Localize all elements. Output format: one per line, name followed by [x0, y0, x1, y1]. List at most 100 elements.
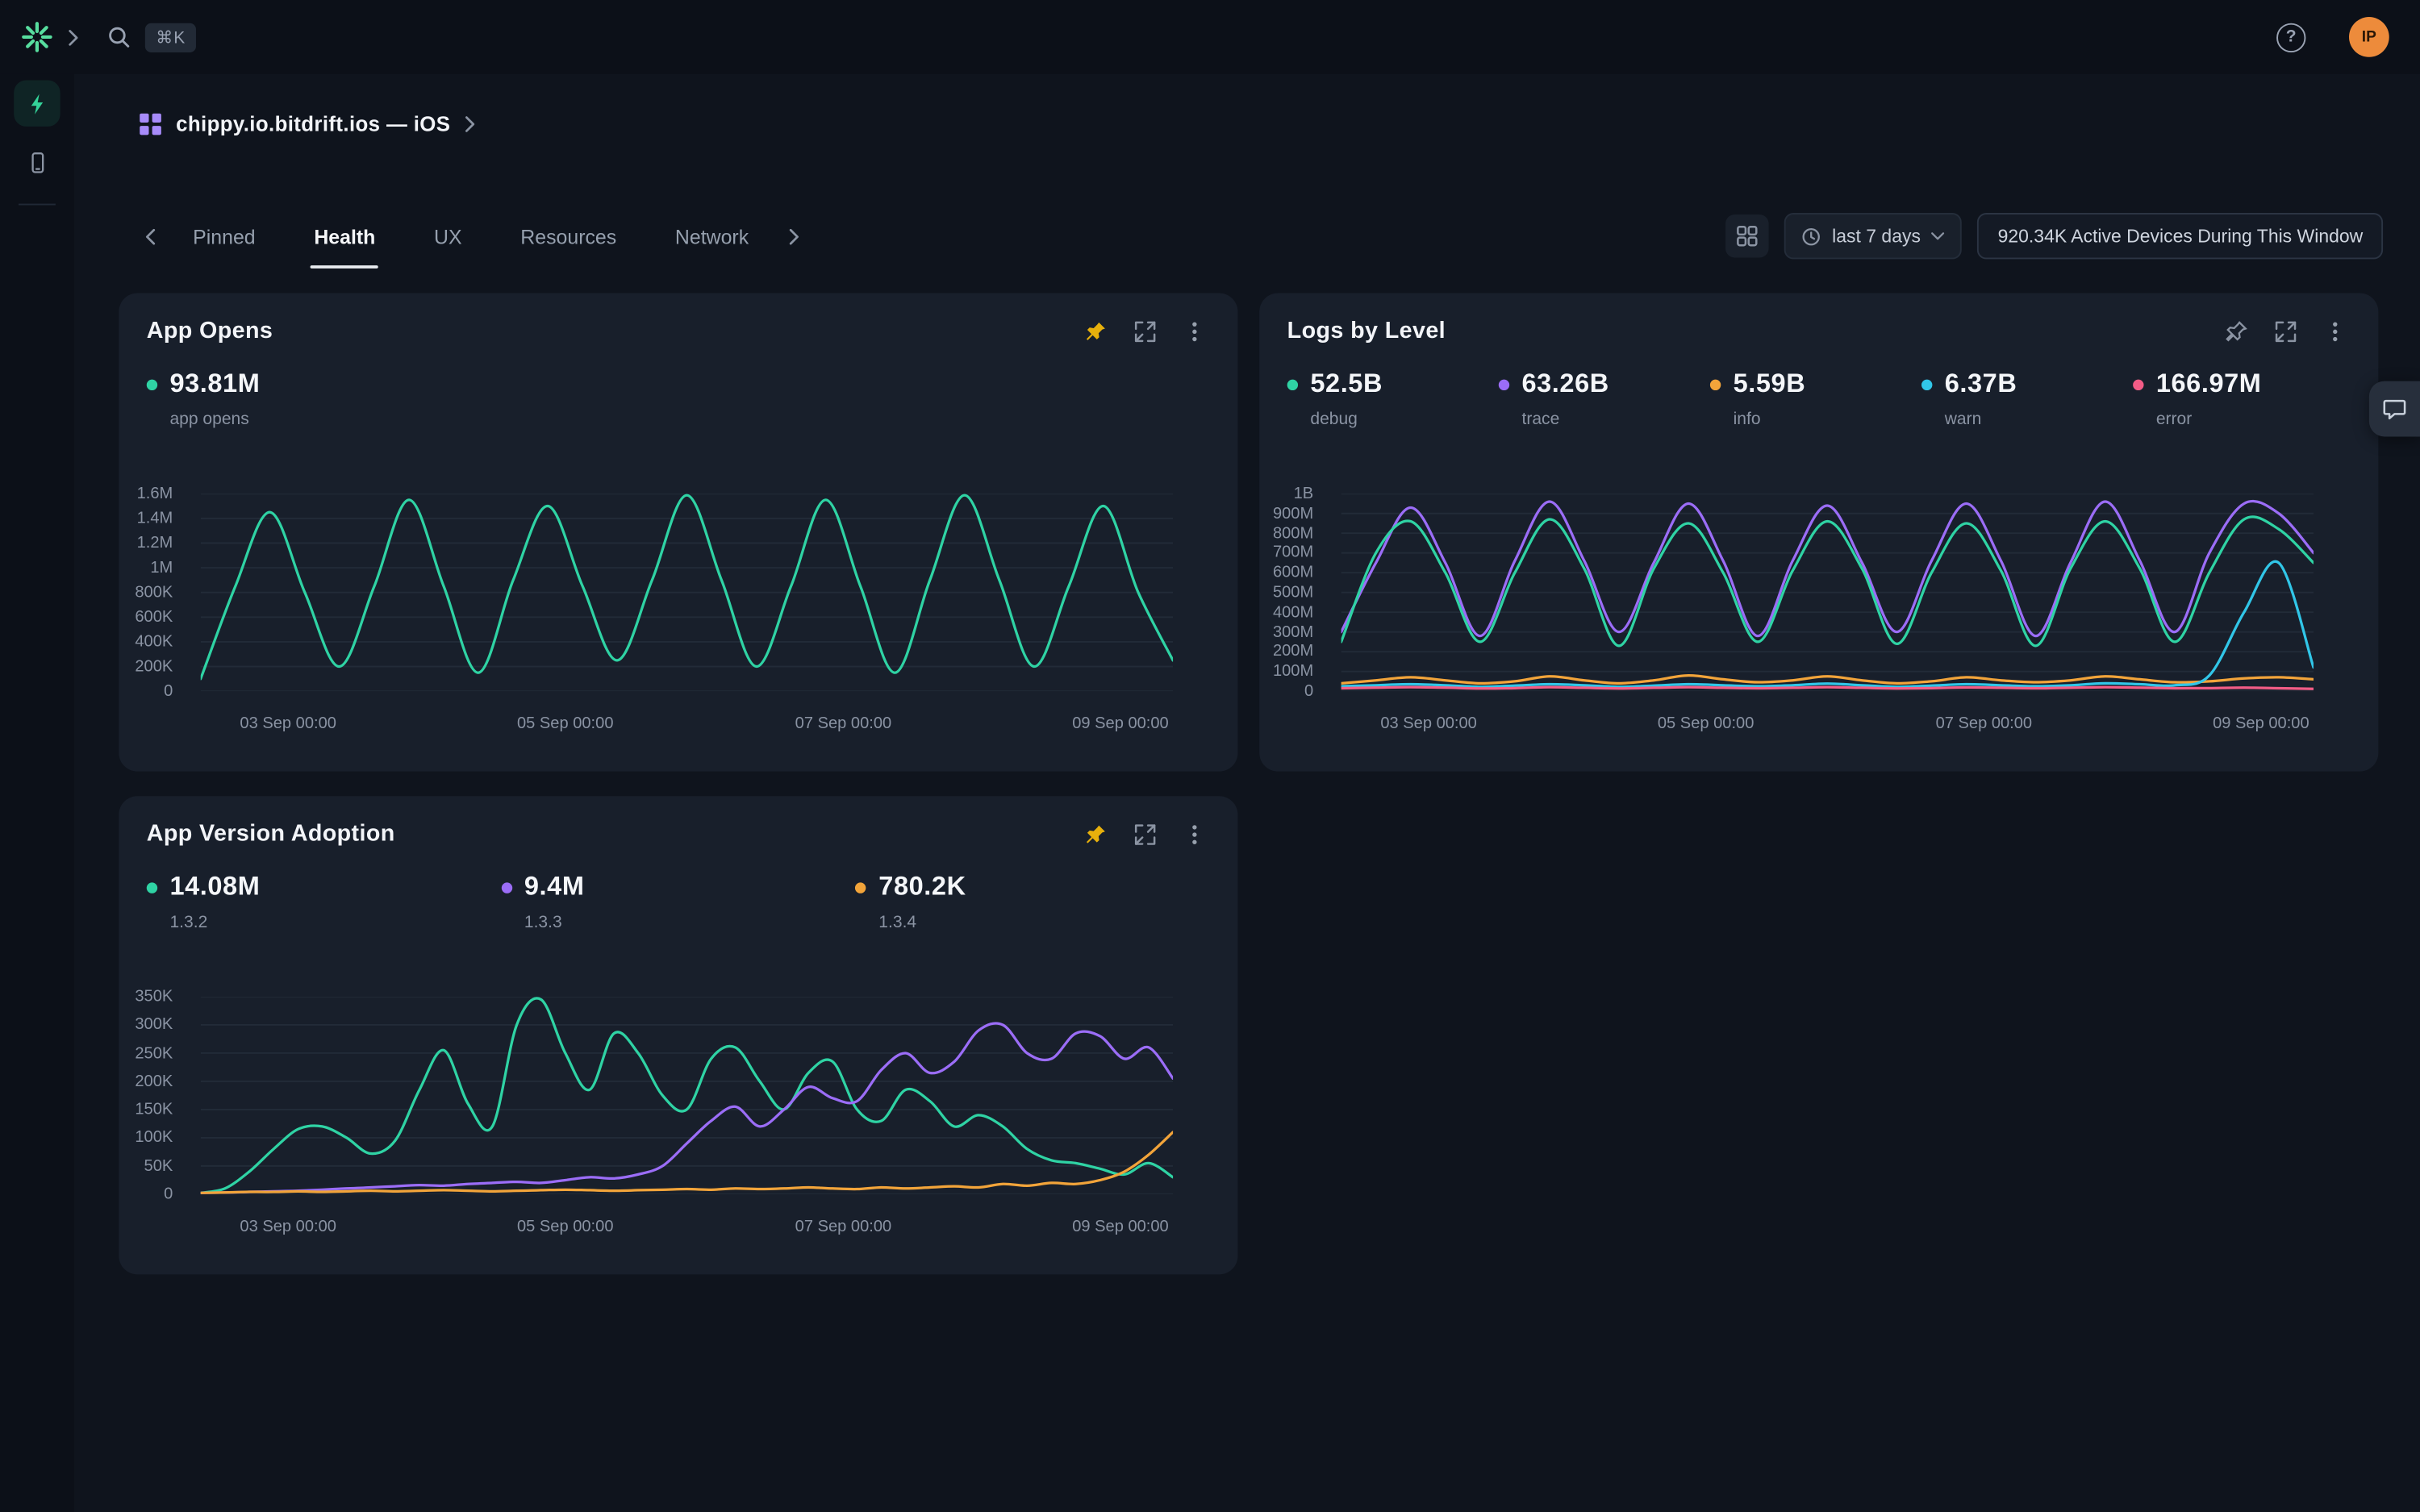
sidebar-item-performance[interactable] [14, 80, 60, 126]
layout-grid-button[interactable] [1725, 215, 1769, 258]
metric-value: 780.2K [878, 872, 966, 902]
feedback-chat-button[interactable] [2369, 381, 2420, 437]
metric-value: 63.26B [1521, 369, 1608, 399]
sidebar-expand-icon[interactable] [68, 28, 78, 45]
expand-icon[interactable] [1133, 822, 1158, 847]
help-icon[interactable]: ? [2276, 23, 2305, 52]
pin-icon[interactable] [1083, 319, 1108, 344]
y-tick-label: 300K [135, 1015, 173, 1034]
card-actions [1083, 319, 1207, 344]
metric-value: 52.5B [1310, 369, 1383, 399]
metric-label: app opens [169, 410, 260, 429]
card-actions [1083, 822, 1207, 847]
metrics-row: 52.5Bdebug63.26Btrace5.59Binfo6.37Bwarn1… [1259, 369, 2378, 429]
y-tick-label: 0 [1304, 682, 1313, 701]
x-tick-label: 05 Sep 00:00 [517, 714, 614, 733]
app-viewport: ⌘K ? IP [0, 0, 2420, 1512]
time-range-select[interactable]: last 7 days [1784, 213, 1963, 259]
metric: 52.5B debug [1287, 369, 1499, 429]
top-bar: ⌘K ? IP [0, 0, 2420, 74]
metric: 93.81M app opens [147, 369, 261, 429]
tab-pinned[interactable]: Pinned [190, 215, 258, 257]
y-tick-label: 600K [135, 608, 173, 627]
x-tick-label: 03 Sep 00:00 [240, 714, 336, 733]
app-logo[interactable] [0, 20, 74, 54]
y-axis: 1B900M800M700M600M500M400M300M200M100M0 [1259, 494, 1327, 691]
series-dot [1499, 379, 1509, 389]
chart-svg [1341, 494, 2314, 691]
expand-icon[interactable] [2273, 319, 2298, 344]
metric-label: trace [1521, 410, 1709, 429]
expand-icon[interactable] [1133, 319, 1158, 344]
y-tick-label: 800M [1273, 524, 1313, 543]
y-tick-label: 300M [1273, 623, 1313, 641]
lightning-bolt-icon [26, 92, 49, 115]
breadcrumb[interactable]: chippy.io.bitdrift.ios — iOS [139, 105, 475, 142]
metric-value: 93.81M [169, 369, 260, 399]
y-tick-label: 100M [1273, 662, 1313, 681]
card-title: App Opens [147, 318, 273, 344]
sidebar-item-devices[interactable] [14, 139, 60, 185]
tabs-scroll-right-icon[interactable] [782, 222, 806, 251]
card-header: App Version Adoption [119, 796, 1237, 847]
metric-label: info [1734, 410, 1921, 429]
starburst-logo-icon [20, 20, 54, 54]
y-tick-label: 400K [135, 632, 173, 651]
tab-ux[interactable]: UX [431, 215, 465, 257]
metric-value: 166.97M [2156, 369, 2262, 399]
y-tick-label: 400M [1273, 603, 1313, 622]
x-tick-label: 07 Sep 00:00 [795, 714, 892, 733]
x-axis: 03 Sep 00:0005 Sep 00:0007 Sep 00:0009 S… [201, 714, 1173, 736]
metrics-row: 93.81M app opens [119, 369, 1237, 429]
metric-label: 1.3.2 [169, 914, 501, 932]
metric: 5.59Binfo [1710, 369, 1921, 429]
card-app-opens: App Opens 93.81Mapp opens 1.6M1.4M1.2M1M… [119, 294, 1237, 772]
tab-health[interactable]: Health [311, 215, 378, 257]
tabs-scroll-left-icon[interactable] [139, 222, 162, 251]
y-tick-label: 50K [144, 1156, 173, 1175]
pin-icon[interactable] [1083, 822, 1108, 847]
series-dot [1921, 379, 1932, 389]
plot[interactable] [201, 494, 1173, 691]
tab-bar: Pinned Health UX Resources Network [139, 213, 2383, 259]
y-tick-label: 200K [135, 1072, 173, 1090]
metric-value: 14.08M [169, 872, 260, 902]
x-tick-label: 03 Sep 00:00 [240, 1218, 336, 1236]
y-axis: 1.6M1.4M1.2M1M800K600K400K200K0 [119, 494, 186, 691]
y-tick-label: 1.2M [137, 534, 173, 552]
kebab-menu-icon[interactable] [1183, 319, 1208, 344]
kebab-menu-icon[interactable] [2322, 319, 2347, 344]
chart-area: 1B900M800M700M600M500M400M300M200M100M0 … [1259, 494, 2324, 748]
kebab-menu-icon[interactable] [1183, 822, 1208, 847]
tab-resources[interactable]: Resources [517, 215, 620, 257]
tab-network[interactable]: Network [672, 215, 752, 257]
y-axis: 350K300K250K200K150K100K50K0 [119, 997, 186, 1194]
x-tick-label: 03 Sep 00:00 [1380, 714, 1477, 733]
card-header: App Opens [119, 294, 1237, 344]
series-dot [1287, 379, 1298, 389]
card-app-version-adoption: App Version Adoption 14.08M1.3.29.4M1.3.… [119, 796, 1237, 1274]
search-shortcut-badge: ⌘K [145, 23, 197, 52]
chart-area: 350K300K250K200K150K100K50K0 03 Sep 00:0… [119, 997, 1183, 1252]
metric-value: 6.37B [1945, 369, 2017, 399]
chart-svg [201, 997, 1173, 1194]
metric-label: 1.3.4 [878, 914, 1210, 932]
y-tick-label: 1.4M [137, 509, 173, 527]
metric-label: debug [1310, 410, 1498, 429]
x-tick-label: 07 Sep 00:00 [795, 1218, 892, 1236]
series-dot [2133, 379, 2143, 389]
plot[interactable] [1341, 494, 2314, 691]
y-tick-label: 600M [1273, 564, 1313, 582]
search-control[interactable]: ⌘K [106, 23, 197, 52]
series-dot [856, 881, 866, 892]
grid-icon [1737, 225, 1759, 247]
chart-area: 1.6M1.4M1.2M1M800K600K400K200K0 03 Sep 0… [119, 494, 1183, 748]
plot[interactable] [201, 997, 1173, 1194]
metric: 14.08M 1.3.2 [147, 872, 501, 932]
metric: 780.2K 1.3.4 [856, 872, 1210, 932]
avatar[interactable]: IP [2349, 17, 2389, 57]
pin-icon[interactable] [2224, 319, 2249, 344]
card-title: App Version Adoption [147, 821, 395, 848]
chevron-down-icon [1931, 231, 1945, 240]
y-tick-label: 700M [1273, 544, 1313, 562]
